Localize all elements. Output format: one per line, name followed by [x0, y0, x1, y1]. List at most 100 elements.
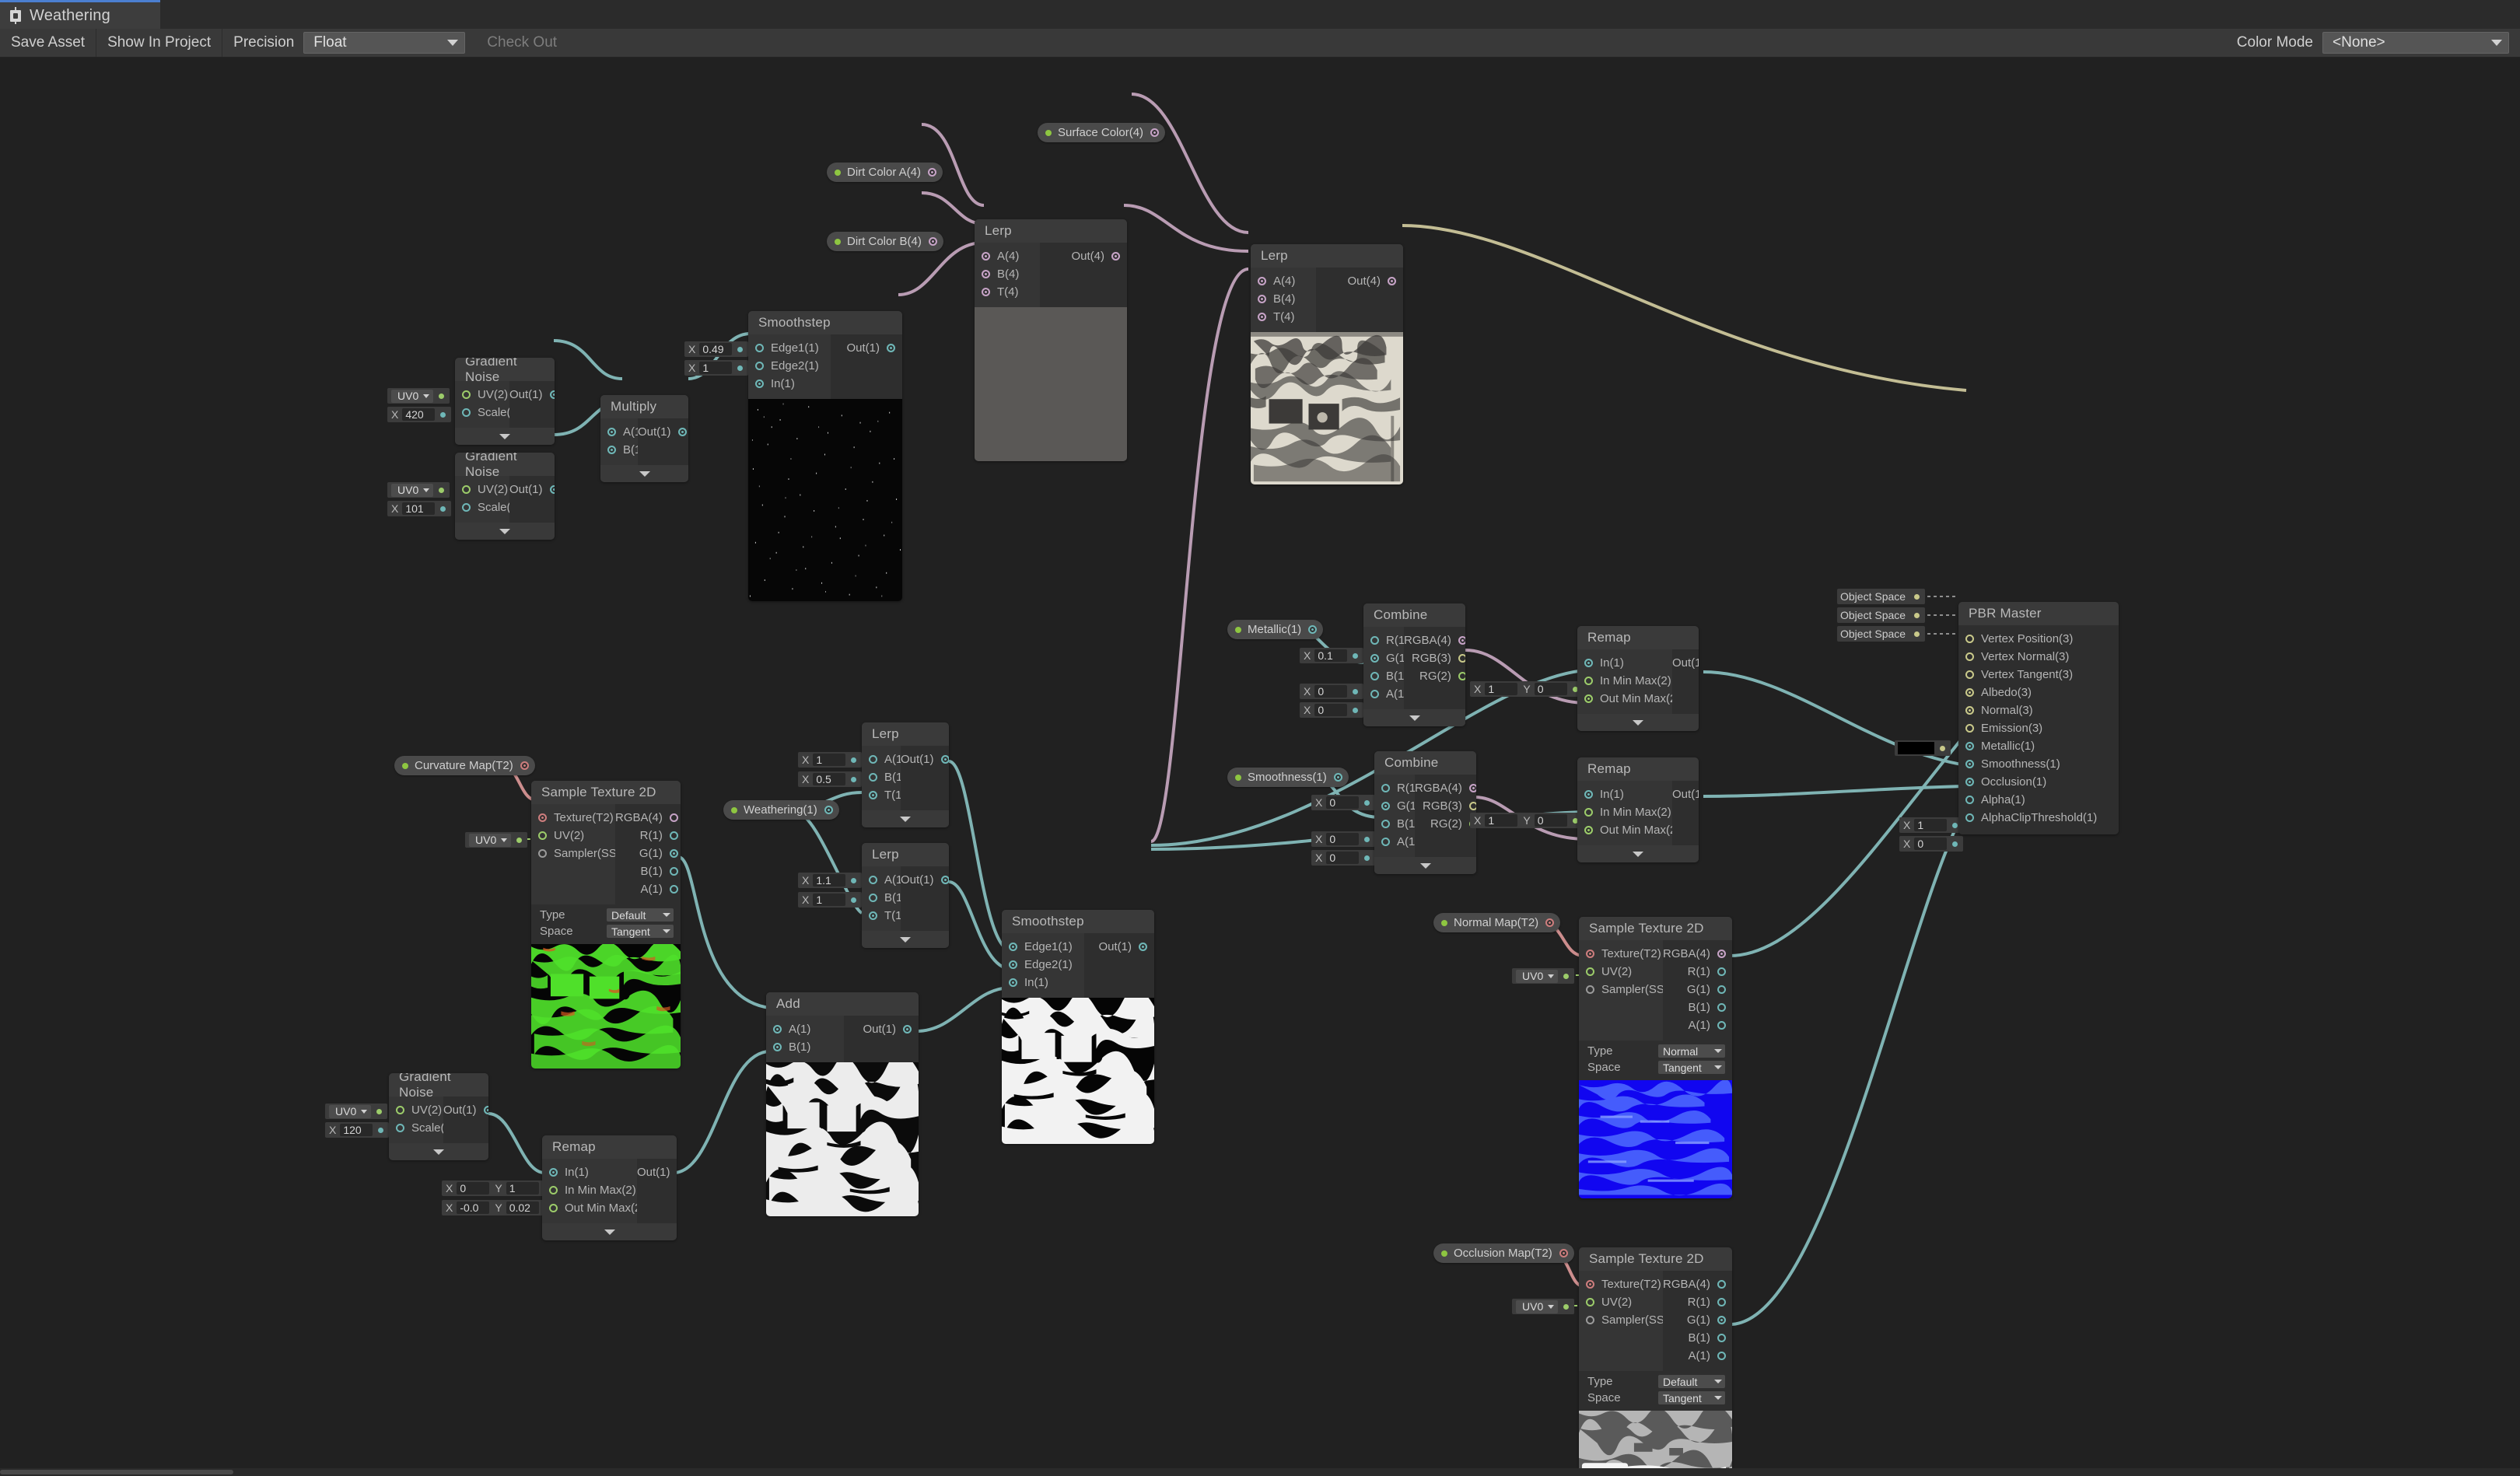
node-gradient-noise-1[interactable]: Gradient Noise UV(2) Scale(1) Out(1)	[455, 358, 555, 445]
port-a[interactable]: A(1)	[862, 750, 906, 768]
slot-port[interactable]	[737, 365, 744, 371]
uv-dropdown[interactable]: UV0	[391, 483, 434, 497]
property-output-port[interactable]	[928, 168, 937, 177]
inmin-y-input[interactable]: 1	[506, 1182, 539, 1194]
port-a[interactable]: A(1)	[766, 1020, 844, 1038]
slot-port[interactable]	[439, 487, 445, 493]
port-g[interactable]: G(1)	[615, 845, 681, 862]
property-pill-metallic[interactable]: Metallic(1)	[1227, 620, 1324, 639]
slot-port[interactable]	[1563, 973, 1570, 979]
emission-slot[interactable]	[1895, 740, 1951, 756]
show-in-project-button[interactable]: Show In Project	[96, 29, 223, 57]
slot-port[interactable]	[1364, 799, 1370, 806]
b-slot-combine-smoothness[interactable]: X 0	[1311, 831, 1376, 847]
b-value-input[interactable]: 0	[1326, 833, 1360, 845]
inminmax-y-input[interactable]: 0	[1534, 814, 1567, 827]
node-collapse-toggle[interactable]	[1577, 714, 1699, 731]
color-mode-dropdown[interactable]: <None>	[2322, 32, 2509, 54]
port-a[interactable]: A(1)	[600, 423, 645, 441]
slot-port[interactable]	[1940, 745, 1945, 751]
uv-dropdown[interactable]: UV0	[329, 1104, 372, 1118]
slot-port[interactable]	[440, 505, 446, 512]
scale-value-input[interactable]: 420	[402, 408, 436, 421]
port-b[interactable]: B(4)	[1251, 290, 1316, 308]
port-in-min-max[interactable]: In Min Max(2)	[1577, 803, 1672, 821]
node-collapse-toggle[interactable]	[455, 523, 555, 540]
uv-dropdown[interactable]: UV0	[469, 833, 512, 847]
port-in[interactable]: In(1)	[1002, 974, 1084, 992]
port-a[interactable]: A(1)	[1374, 833, 1419, 851]
port-out-min-max[interactable]: Out Min Max(2)	[542, 1199, 645, 1217]
node-add[interactable]: Add A(1) B(1) Out(1)	[766, 992, 919, 1216]
port-scale[interactable]: Scale(1)	[455, 498, 521, 516]
property-pill-occlusion-map[interactable]: Occlusion Map(T2)	[1433, 1243, 1574, 1263]
property-output-port[interactable]	[1150, 128, 1160, 137]
port-out[interactable]: Out(4)	[1316, 272, 1403, 290]
port-uv[interactable]: UV(2)	[1579, 963, 1663, 981]
a-slot-lerp-edges-b[interactable]: X 1.1	[798, 873, 863, 888]
port-r[interactable]: R(1)	[1374, 779, 1419, 797]
precision-dropdown[interactable]: Float	[303, 32, 466, 54]
port-scale[interactable]: Scale(1)	[455, 404, 521, 421]
b-value-input[interactable]: 0	[1314, 685, 1348, 698]
r-slot-combine-metallic[interactable]: X 0.1	[1300, 648, 1364, 663]
port-b[interactable]: B(1)	[1374, 815, 1419, 833]
emission-color-swatch[interactable]	[1898, 742, 1934, 754]
port-out[interactable]: Out(1)	[844, 1020, 919, 1038]
node-sample-texture-occlusion[interactable]: Sample Texture 2D Texture(T2) UV(2) Samp…	[1579, 1247, 1732, 1476]
port-scale[interactable]: Scale(1)	[389, 1119, 455, 1137]
port-uv[interactable]: UV(2)	[389, 1101, 443, 1119]
horizontal-scrollbar[interactable]	[0, 1468, 2520, 1476]
port-out-min-max[interactable]: Out Min Max(2)	[1577, 690, 1680, 708]
node-collapse-toggle[interactable]	[862, 810, 949, 827]
a-slot-combine-metallic[interactable]: X 0	[1300, 702, 1364, 718]
r-value-input[interactable]: 0	[1326, 796, 1360, 809]
node-sample-texture-normal[interactable]: Sample Texture 2D Texture(T2) UV(2) Samp…	[1579, 917, 1732, 1198]
inmin-x-input[interactable]: 0	[457, 1182, 490, 1194]
scrollbar-thumb[interactable]	[0, 1470, 233, 1474]
port-rg[interactable]: RG(2)	[1404, 667, 1465, 685]
uv-dropdown[interactable]: UV0	[1516, 1299, 1559, 1313]
uv-slot-gradient-noise-2[interactable]: UV0	[387, 482, 450, 498]
property-pill-normal-map[interactable]: Normal Map(T2)	[1433, 913, 1561, 932]
slot-port[interactable]	[1952, 841, 1958, 847]
node-combine-metallic[interactable]: Combine R(1) G(1) B(1) A(1) RGBA(4) RGB(…	[1363, 603, 1465, 726]
port-in[interactable]: In(1)	[542, 1163, 637, 1181]
b-slot-combine-metallic[interactable]: X 0	[1300, 684, 1364, 699]
port-out[interactable]: Out(1)	[1672, 785, 1699, 803]
port-out[interactable]: Out(1)	[901, 750, 949, 768]
port-out[interactable]: Out(4)	[1040, 247, 1127, 265]
port-metallic[interactable]: Metallic(1)	[1958, 737, 2119, 755]
slot-port[interactable]	[851, 877, 857, 883]
slot-port[interactable]	[1353, 707, 1359, 713]
space-dropdown[interactable]: Tangent	[607, 925, 674, 938]
node-remap-smoothness[interactable]: Remap In(1) In Min Max(2) Out Min Max(2)…	[1577, 757, 1699, 862]
node-collapse-toggle[interactable]	[389, 1143, 488, 1160]
slot-port[interactable]	[1353, 688, 1359, 694]
port-r[interactable]: R(1)	[1363, 631, 1409, 649]
vertex-position-slot[interactable]: Object Space	[1837, 589, 1926, 604]
alphaclip-slot[interactable]: X 0	[1899, 836, 1964, 852]
slot-port[interactable]	[516, 837, 523, 843]
outmin-y-input[interactable]: 0.02	[506, 1201, 539, 1214]
node-lerp-edges-b[interactable]: Lerp A(1) B(1) T(1) Out(1)	[862, 843, 949, 948]
slot-port[interactable]	[1353, 652, 1359, 659]
port-out[interactable]: Out(1)	[443, 1101, 488, 1119]
property-pill-surface-color[interactable]: Surface Color(4)	[1038, 123, 1166, 142]
port-texture[interactable]: Texture(T2)	[1579, 945, 1663, 963]
node-combine-smoothness[interactable]: Combine R(1) G(1) B(1) A(1) RGBA(4) RGB(…	[1374, 751, 1476, 874]
port-vertex-tangent[interactable]: Vertex Tangent(3)	[1958, 666, 2119, 684]
port-t[interactable]: T(1)	[862, 907, 906, 925]
node-lerp-dirt[interactable]: Lerp A(4) B(4) T(4) Out(4)	[975, 219, 1127, 461]
edge2-slot-smoothstep-top[interactable]: X 1	[684, 360, 749, 376]
uv-dropdown[interactable]: UV0	[1516, 969, 1559, 983]
port-out[interactable]: Out(1)	[509, 386, 555, 404]
node-lerp-edges-a[interactable]: Lerp A(1) B(1) T(1) Out(1)	[862, 722, 949, 827]
port-in-min-max[interactable]: In Min Max(2)	[1577, 672, 1672, 690]
port-rgba[interactable]: RGBA(4)	[1663, 1275, 1732, 1293]
inminmax-y-input[interactable]: 0	[1534, 683, 1567, 695]
node-remap-metallic[interactable]: Remap In(1) In Min Max(2) Out Min Max(2)…	[1577, 626, 1699, 731]
type-dropdown[interactable]: Default	[1658, 1375, 1725, 1388]
property-output-port[interactable]	[520, 761, 529, 770]
property-output-port[interactable]	[928, 237, 937, 246]
